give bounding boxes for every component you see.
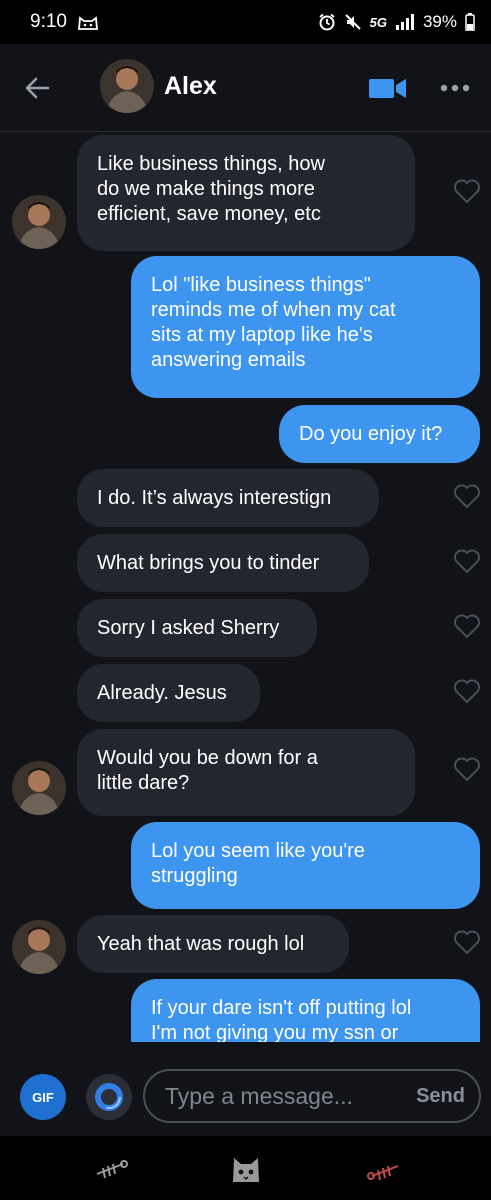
heart-like-icon[interactable] bbox=[453, 929, 481, 955]
heart-like-icon[interactable] bbox=[453, 548, 481, 574]
contact-avatar-small[interactable] bbox=[12, 920, 66, 974]
loop-circle-icon bbox=[95, 1083, 123, 1111]
message-bubble-incoming[interactable]: What brings you to tinder bbox=[77, 534, 369, 592]
message-text: Lol you seem like you're struggling bbox=[151, 840, 365, 887]
gif-button[interactable]: GIF bbox=[20, 1074, 66, 1120]
avatar-photo bbox=[100, 59, 154, 113]
message-text: Sorry I asked Sherry bbox=[97, 617, 280, 639]
message-text: I do. It’s always interestign bbox=[97, 487, 332, 509]
avatar-photo bbox=[12, 761, 66, 815]
heart-like-icon[interactable] bbox=[453, 613, 481, 639]
status-bar: 9:10 5G 39% bbox=[0, 0, 491, 44]
message-bubble-outgoing[interactable]: Lol "like business things" reminds me of… bbox=[131, 256, 480, 398]
contact-avatar-small[interactable] bbox=[12, 761, 66, 815]
avatar-photo bbox=[12, 920, 66, 974]
message-text: Already. Jesus bbox=[97, 682, 227, 704]
message-text: What brings you to tinder bbox=[97, 552, 320, 574]
message-bubble-incoming[interactable]: Sorry I asked Sherry bbox=[77, 599, 317, 657]
message-input-wrapper: Send bbox=[143, 1069, 481, 1123]
status-icons: 5G 39% bbox=[318, 12, 475, 32]
message-text: Would you be down for a little dare? bbox=[97, 747, 318, 794]
message-text: Like business things, how do we make thi… bbox=[97, 153, 325, 225]
heart-like-icon[interactable] bbox=[453, 483, 481, 509]
avatar-photo bbox=[12, 195, 66, 249]
arrow-left-icon[interactable] bbox=[20, 70, 56, 106]
message-bubble-incoming[interactable]: Would you be down for a little dare? bbox=[77, 729, 415, 816]
message-input[interactable] bbox=[165, 1082, 417, 1110]
message-list[interactable]: Like business things, how do we make thi… bbox=[0, 133, 491, 1042]
network-label: 5G bbox=[369, 14, 387, 30]
fishbone-back-icon[interactable] bbox=[366, 1152, 402, 1186]
status-time: 9:10 bbox=[30, 11, 67, 32]
message-bubble-incoming[interactable]: Yeah that was rough lol bbox=[77, 915, 349, 973]
message-bubble-incoming[interactable]: I do. It’s always interestign bbox=[77, 469, 379, 527]
heart-like-icon[interactable] bbox=[453, 178, 481, 204]
contact-avatar-small[interactable] bbox=[12, 195, 66, 249]
fishbone-recent-icon[interactable] bbox=[93, 1152, 129, 1186]
signal-icon bbox=[395, 14, 414, 30]
cat-status-icon bbox=[77, 16, 98, 30]
battery-percent: 39% bbox=[422, 12, 457, 31]
heart-like-icon[interactable] bbox=[453, 756, 481, 782]
message-text: Lol "like business things" reminds me of… bbox=[151, 274, 396, 371]
contact-name[interactable]: Alex bbox=[164, 72, 217, 101]
send-button[interactable]: Send bbox=[416, 1085, 465, 1108]
battery-icon bbox=[465, 13, 475, 31]
system-nav-bar bbox=[0, 1136, 491, 1200]
message-text: Yeah that was rough lol bbox=[97, 933, 305, 955]
heart-like-icon[interactable] bbox=[453, 678, 481, 704]
chat-header: Alex bbox=[0, 44, 491, 132]
loop-circle-button[interactable] bbox=[86, 1074, 132, 1120]
video-camera-icon[interactable] bbox=[369, 73, 407, 103]
contact-avatar[interactable] bbox=[100, 59, 154, 113]
message-text: If your dare isn't off putting lol I'm n… bbox=[151, 997, 412, 1042]
message-composer: GIF Send bbox=[0, 1042, 491, 1136]
message-bubble-outgoing[interactable]: Lol you seem like you're struggling bbox=[131, 822, 480, 909]
mute-icon bbox=[344, 14, 361, 30]
cat-home-icon[interactable] bbox=[228, 1152, 264, 1186]
alarm-icon bbox=[318, 13, 335, 31]
message-bubble-outgoing[interactable]: If your dare isn't off putting lol I'm n… bbox=[131, 979, 480, 1042]
message-bubble-incoming[interactable]: Like business things, how do we make thi… bbox=[77, 135, 415, 251]
message-bubble-outgoing[interactable]: Do you enjoy it? bbox=[279, 405, 480, 463]
message-text: Do you enjoy it? bbox=[299, 423, 443, 445]
message-bubble-incoming[interactable]: Already. Jesus bbox=[77, 664, 260, 722]
more-dots-icon[interactable] bbox=[440, 78, 470, 98]
